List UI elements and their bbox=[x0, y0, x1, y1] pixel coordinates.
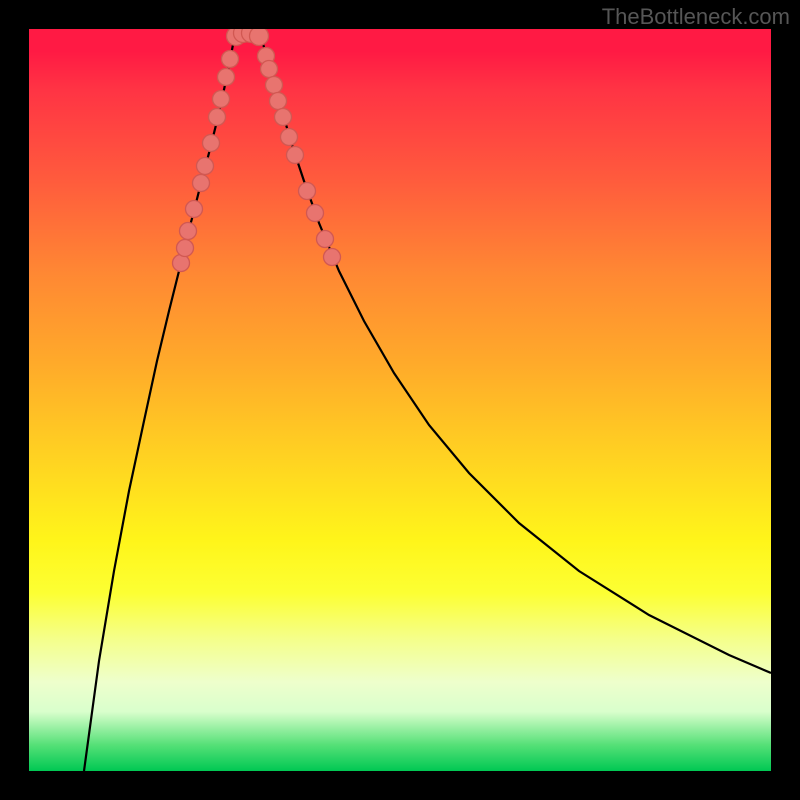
data-marker bbox=[266, 77, 283, 94]
data-marker bbox=[222, 51, 239, 68]
data-marker bbox=[287, 147, 304, 164]
data-marker bbox=[275, 109, 292, 126]
data-marker bbox=[177, 240, 194, 257]
curve-overlay bbox=[29, 29, 771, 771]
data-marker bbox=[299, 183, 316, 200]
data-marker bbox=[307, 205, 324, 222]
chart-container: TheBottleneck.com bbox=[0, 0, 800, 800]
data-marker bbox=[203, 135, 220, 152]
data-marker bbox=[270, 93, 287, 110]
data-marker bbox=[324, 249, 341, 266]
watermark-text: TheBottleneck.com bbox=[602, 4, 790, 30]
data-marker bbox=[250, 29, 269, 46]
data-marker bbox=[186, 201, 203, 218]
data-marker bbox=[193, 175, 210, 192]
data-marker bbox=[173, 255, 190, 272]
data-marker bbox=[213, 91, 230, 108]
right-branch-path bbox=[259, 29, 771, 673]
data-marker bbox=[180, 223, 197, 240]
data-marker bbox=[209, 109, 226, 126]
data-marker bbox=[197, 158, 214, 175]
data-marker bbox=[218, 69, 235, 86]
data-marker bbox=[261, 61, 278, 78]
data-marker bbox=[317, 231, 334, 248]
marker-group bbox=[173, 29, 341, 272]
data-marker bbox=[281, 129, 298, 146]
plot-area bbox=[29, 29, 771, 771]
